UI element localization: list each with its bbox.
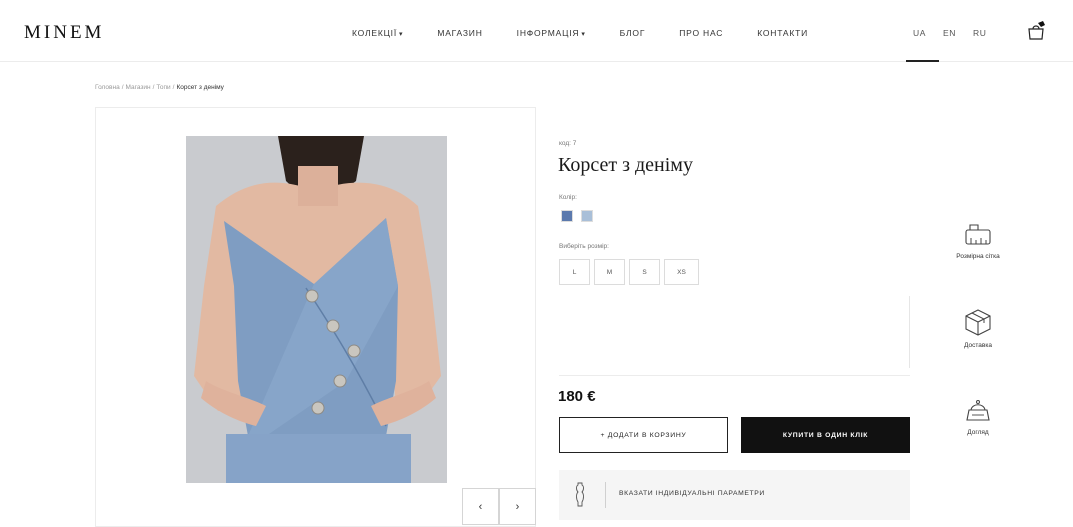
gallery-prev-button[interactable]: ‹ — [462, 488, 499, 525]
product-gallery: ‹ › — [95, 107, 536, 527]
denim-corset-illustration — [186, 136, 447, 483]
individual-params-button[interactable]: вказати індивідуальні параметри — [559, 470, 910, 520]
mannequin-icon — [576, 482, 584, 507]
product-photo[interactable] — [186, 136, 447, 483]
color-swatch-dark-blue[interactable] — [561, 210, 573, 222]
nav-item-contacts[interactable]: КОНТАКТИ — [757, 28, 808, 38]
color-swatch-light-blue[interactable] — [581, 210, 593, 222]
product-title: Корсет з деніму — [558, 154, 693, 176]
product-sku: код: 7 — [559, 140, 577, 147]
breadcrumb-item-tops[interactable]: Топи — [156, 84, 170, 91]
gallery-next-button[interactable]: › — [499, 488, 536, 525]
nav-item-collections[interactable]: КОЛЕКЦІЇ ▾ — [352, 28, 403, 38]
lang-en[interactable]: EN — [943, 28, 956, 38]
feature-label: Розмірна сітка — [956, 253, 1000, 260]
breadcrumb-current: Корсет з деніму — [176, 84, 224, 91]
nav-item-information[interactable]: ІНФОРМАЦІЯ ▾ — [517, 28, 586, 38]
size-label: Виберіть розмір: — [559, 243, 609, 250]
chevron-down-icon: ▾ — [398, 31, 404, 38]
breadcrumb-separator: / — [152, 84, 155, 91]
nav-item-label: ІНФОРМАЦІЯ — [516, 28, 580, 38]
nav-item-label: КОЛЕКЦІЇ — [352, 28, 397, 38]
feature-delivery[interactable]: Доставка — [942, 307, 1014, 349]
language-switcher: UA EN RU — [913, 28, 987, 38]
care-icon — [966, 400, 990, 421]
individual-params-label: вказати індивідуальні параметри — [619, 490, 765, 497]
breadcrumb: Головна / Магазин / Топи / Корсет з дені… — [95, 84, 224, 91]
nav-item-label: ПРО НАС — [679, 28, 724, 38]
breadcrumb-item-shop[interactable]: Магазин — [126, 84, 151, 91]
nav-item-about[interactable]: ПРО НАС — [679, 28, 723, 38]
active-language-indicator — [906, 60, 939, 62]
feature-label: Доставка — [964, 342, 992, 349]
site-header: MINEM КОЛЕКЦІЇ ▾ МАГАЗИН ІНФОРМАЦІЯ ▾ БЛОГ… — [0, 0, 1073, 62]
delivery-box-icon — [965, 309, 991, 336]
add-to-cart-button[interactable]: + додати в корзину — [559, 417, 728, 453]
size-option-m[interactable]: M — [594, 259, 625, 285]
color-label: Колір: — [559, 194, 577, 201]
breadcrumb-separator: / — [121, 84, 124, 91]
product-price: 180 € — [558, 388, 596, 405]
main-nav: КОЛЕКЦІЇ ▾ МАГАЗИН ІНФОРМАЦІЯ ▾ БЛОГ ПРО Н… — [352, 28, 808, 38]
size-option-s[interactable]: S — [629, 259, 660, 285]
site-logo[interactable]: MINEM — [24, 22, 104, 44]
lang-ru[interactable]: RU — [973, 28, 986, 38]
feature-care[interactable]: Догляд — [942, 398, 1014, 436]
cart-button[interactable] — [1025, 20, 1047, 42]
size-option-xs[interactable]: XS — [664, 259, 699, 285]
breadcrumb-separator: / — [172, 84, 175, 91]
nav-item-shop[interactable]: МАГАЗИН — [437, 28, 482, 38]
feature-size-chart[interactable]: Розмірна сітка — [942, 222, 1014, 260]
lang-ua[interactable]: UA — [913, 28, 926, 38]
chevron-down-icon: ▾ — [581, 31, 586, 38]
nav-item-blog[interactable]: БЛОГ — [620, 28, 646, 38]
size-chart-icon — [965, 224, 991, 245]
divider — [559, 375, 910, 376]
divider — [605, 482, 606, 508]
size-option-l[interactable]: L — [559, 259, 590, 285]
shopping-bag-icon — [1028, 21, 1045, 40]
nav-item-label: БЛОГ — [619, 28, 646, 38]
nav-item-label: КОНТАКТИ — [757, 28, 809, 38]
nav-item-label: МАГАЗИН — [437, 28, 483, 38]
buy-one-click-button[interactable]: купити в один клік — [741, 417, 910, 453]
breadcrumb-item-home[interactable]: Головна — [95, 84, 120, 91]
product-description-area — [559, 296, 910, 368]
feature-label: Догляд — [967, 429, 989, 436]
